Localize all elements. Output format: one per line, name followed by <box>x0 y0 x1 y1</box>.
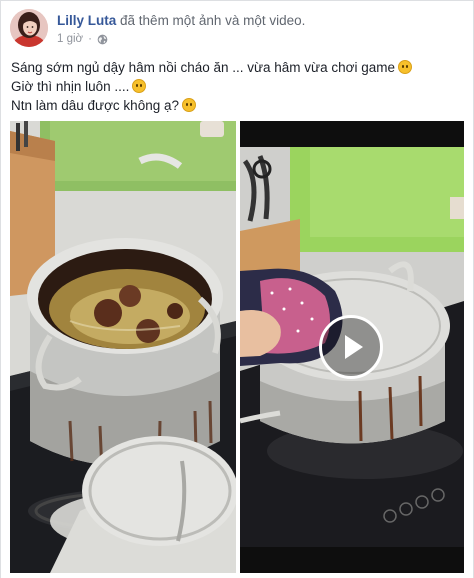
post-message-line-1-text: Sáng sớm ngủ dậy hâm nồi cháo ăn ... vừa… <box>11 60 395 75</box>
post-action-text: đã thêm một ảnh và một video. <box>120 13 306 28</box>
post-media-grid <box>10 121 464 573</box>
play-icon <box>345 335 363 359</box>
post-header: Lilly Luta đã thêm một ảnh và một video.… <box>10 9 464 53</box>
burnt-porridge-pot-photo[interactable] <box>10 121 236 573</box>
post-timestamp[interactable]: 1 giờ <box>57 33 83 45</box>
card-border-left <box>0 0 1 578</box>
post-message-line-2-text: Giờ thì nhịn luôn .... <box>11 79 130 94</box>
post-message-line-1: Sáng sớm ngủ dậy hâm nồi cháo ăn ... vừa… <box>11 58 463 77</box>
meta-separator: · <box>88 33 92 45</box>
rolling-eyes-emoji <box>182 98 196 112</box>
grinning-face-emoji <box>397 60 412 74</box>
globe-icon[interactable] <box>97 34 108 45</box>
post-meta: 1 giờ · <box>57 33 108 45</box>
avatar[interactable] <box>10 9 48 47</box>
video-play-button[interactable] <box>319 315 383 379</box>
pot-on-stove-video[interactable] <box>240 121 464 573</box>
post-message-line-3-text: Ntn làm dâu được không ạ? <box>11 98 179 113</box>
author-name-link[interactable]: Lilly Luta <box>57 13 116 28</box>
post-title-line: Lilly Luta đã thêm một ảnh và một video. <box>57 13 305 28</box>
sweat-smile-emoji <box>132 79 147 93</box>
photo-image <box>10 121 236 573</box>
card-border-top <box>0 0 474 1</box>
post-message-line-3: Ntn làm dâu được không ạ? <box>11 96 463 115</box>
post-card: Lilly Luta đã thêm một ảnh và một video.… <box>0 0 474 578</box>
post-message: Sáng sớm ngủ dậy hâm nồi cháo ăn ... vừa… <box>11 58 463 115</box>
post-message-line-2: Giờ thì nhịn luôn .... <box>11 77 463 96</box>
avatar-image <box>10 9 48 47</box>
